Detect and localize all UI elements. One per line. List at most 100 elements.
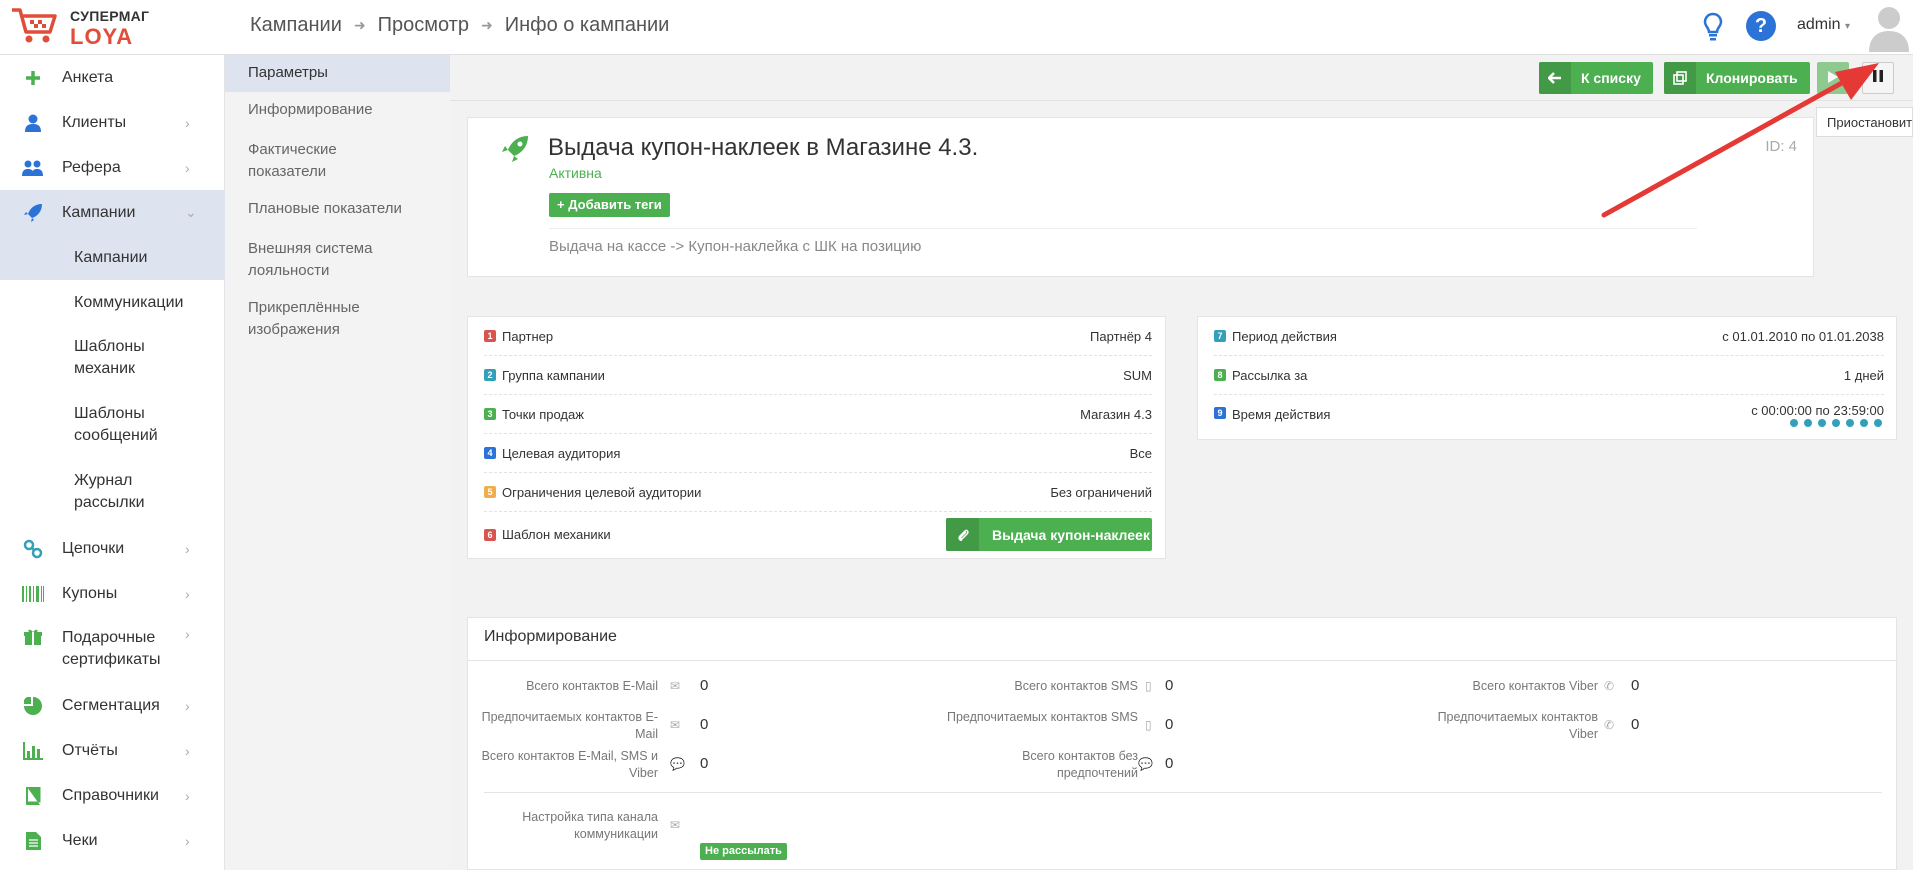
breadcrumb-view[interactable]: Просмотр: [378, 14, 469, 37]
stat-label: Предпочитаемых контактов SMS: [947, 710, 1138, 724]
stat-label: Всего контактов Viber: [1472, 679, 1598, 693]
sidebar-item-campaigns[interactable]: Кампании ⌄: [0, 190, 225, 235]
sidebar-subitem-message-templates[interactable]: Шаблоны сообщений: [0, 392, 225, 459]
number-badge: 4: [484, 447, 496, 459]
param-value: Магазин 4.3: [1080, 406, 1152, 422]
number-badge: 1: [484, 330, 496, 342]
gift-icon: [22, 626, 44, 648]
sidebar-item-label: Рефера: [62, 158, 121, 176]
sidebar-item-label: Шаблоны механик: [74, 338, 145, 377]
sidebar-item-referrals[interactable]: Рефера ›: [0, 145, 225, 190]
sidebar-item-reports[interactable]: Отчёты ›: [0, 728, 225, 773]
sidebar-item-segmentation[interactable]: Сегментация ›: [0, 683, 225, 728]
receipt-icon: [22, 830, 44, 852]
sidebar-item-label: Справочники: [62, 786, 159, 804]
number-badge: 3: [484, 408, 496, 420]
sidebar-subitem-communications[interactable]: Коммуникации: [0, 280, 225, 325]
subnav-attached-images[interactable]: Прикреплённые изображения: [225, 297, 375, 341]
sidebar-item-receipts[interactable]: Чеки ›: [0, 818, 225, 863]
sidebar-subitem-campaigns[interactable]: Кампании: [0, 235, 225, 280]
phone-icon: ▯: [1145, 718, 1152, 732]
lightbulb-icon[interactable]: [1703, 12, 1723, 42]
divider: [484, 792, 1882, 793]
pie-icon: [22, 695, 44, 717]
sidebar-item-label: Коммуникации: [74, 293, 184, 311]
mechanic-template-button[interactable]: Выдача купон-наклеек: [946, 518, 1152, 551]
param-row-points-of-sale: 3 Точки продаж Магазин 4.3: [484, 395, 1152, 434]
campaign-description: Выдача на кассе -> Купон-наклейка с ШК н…: [549, 238, 922, 255]
subnav-planned-indicators[interactable]: Плановые показатели: [225, 198, 450, 220]
param-label: Группа кампании: [502, 367, 605, 383]
param-value: SUM: [1123, 367, 1152, 383]
stat-value: 0: [1165, 677, 1174, 694]
sidebar-item-label: Журнал рассылки: [74, 472, 145, 511]
add-tags-button[interactable]: + Добавить теги: [549, 193, 670, 217]
param-row-partner: 1 Партнер Партнёр 4: [484, 317, 1152, 356]
stat-value: 0: [1165, 755, 1174, 772]
campaign-params-card: 1 Партнер Партнёр 4 2 Группа кампании SU…: [467, 316, 1166, 559]
stat-value: 0: [700, 716, 709, 733]
user-menu[interactable]: admin ▾: [1797, 16, 1850, 34]
param-row-action-time: 9 Время действия с 00:00:00 по 23:59:00: [1214, 395, 1884, 434]
sidebar-item-anketa[interactable]: Анкета: [0, 55, 225, 100]
avatar-placeholder-icon: [1869, 7, 1909, 52]
mail-icon: ✉: [670, 818, 681, 832]
param-label: Партнер: [502, 328, 554, 344]
subnav-actual-indicators[interactable]: Фактические показатели: [225, 139, 375, 183]
stat-label: Предпочитаемых контактов Viber: [1437, 710, 1598, 741]
chevron-right-icon: ›: [185, 540, 190, 557]
informing-card: Информирование Всего контактов E-Mail ✉ …: [467, 617, 1898, 870]
chevron-right-icon: ›: [185, 114, 190, 131]
chevron-right-icon: ›: [185, 159, 190, 176]
sidebar-item-chains[interactable]: Цепочки ›: [0, 526, 225, 571]
subnav-external-loyalty[interactable]: Внешняя система лояльности: [225, 238, 375, 282]
sidebar-item-gift-certificates[interactable]: Подарочные сертификаты ›: [0, 616, 225, 683]
brand-bottom: LOYA: [70, 24, 134, 49]
subnav-parameters[interactable]: Параметры: [225, 55, 450, 92]
breadcrumb-campaign-info: Инфо о кампании: [504, 14, 670, 36]
sidebar-item-dictionaries[interactable]: Справочники ›: [0, 773, 225, 818]
sidebar-item-label: Анкета: [62, 68, 114, 86]
sidebar-item-coupons[interactable]: Купоны ›: [0, 571, 225, 616]
sidebar-item-label: Сегментация: [62, 696, 160, 714]
breadcrumb-campaigns[interactable]: Кампании: [250, 14, 342, 37]
campaign-status: Активна: [549, 165, 602, 181]
param-row-audience: 4 Целевая аудитория Все: [484, 434, 1152, 473]
param-row-audience-limits: 5 Ограничения целевой аудитории Без огра…: [484, 473, 1152, 512]
avatar[interactable]: [1866, 2, 1912, 52]
param-row-group: 2 Группа кампании SUM: [484, 356, 1152, 395]
top-bar: СУПЕРМАГ LOYA Кампании ➜ Просмотр ➜ Инфо…: [0, 0, 1913, 55]
mail-icon: ✉: [670, 679, 681, 693]
param-label: Точки продаж: [502, 406, 584, 422]
sidebar-item-label: Купоны: [62, 584, 118, 602]
number-badge: 7: [1214, 330, 1226, 342]
channel-value-badge: Не рассылать: [700, 843, 787, 860]
sidebar-subitem-mechanic-templates[interactable]: Шаблоны механик: [0, 325, 225, 392]
param-value: Все: [1129, 445, 1152, 461]
number-badge: 2: [484, 369, 496, 381]
sidebar-item-clients[interactable]: Клиенты ›: [0, 100, 225, 145]
sidebar-item-label: Клиенты: [62, 113, 127, 131]
number-badge: 5: [484, 486, 496, 498]
param-value: с 01.01.2010 по 01.01.2038: [1722, 328, 1884, 344]
informing-title: Информирование: [484, 628, 617, 645]
sidebar-item-label: Подарочные сертификаты: [62, 629, 161, 668]
param-label: Шаблон механики: [502, 527, 611, 542]
chain-icon: [22, 538, 44, 560]
param-label: Период действия: [1232, 328, 1337, 344]
campaign-title: Выдача купон-наклеек в Магазине 4.3.: [548, 134, 979, 161]
divider: [468, 660, 1898, 661]
book-icon: [22, 785, 44, 807]
cart-logo-icon: [12, 8, 57, 43]
sidebar-item-label: Цепочки: [62, 539, 125, 557]
help-icon[interactable]: ?: [1746, 11, 1776, 41]
number-badge: 9: [1214, 407, 1226, 419]
stat-label: Всего контактов E-Mail, SMS и Viber: [481, 749, 658, 780]
phone-icon: ▯: [1145, 679, 1152, 693]
user-icon: [22, 112, 44, 134]
subnav-informing[interactable]: Информирование: [225, 99, 450, 121]
logo[interactable]: СУПЕРМАГ LOYA: [0, 0, 225, 55]
sidebar-subitem-mailing-log[interactable]: Журнал рассылки: [0, 459, 225, 526]
param-value: Без ограничений: [1050, 484, 1152, 500]
stat-value: 0: [1165, 716, 1174, 733]
